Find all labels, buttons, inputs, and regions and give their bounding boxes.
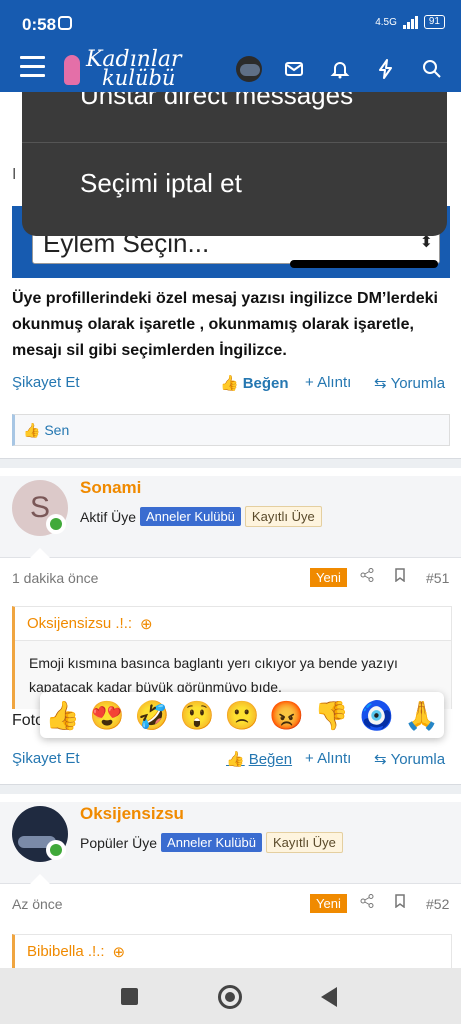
laugh-emoji-icon[interactable]: 🤣 <box>135 699 170 732</box>
share-icon[interactable] <box>360 568 374 585</box>
username[interactable]: Oksijensizsu <box>80 804 184 824</box>
context-menu-overlay: Unstar direct messages Seçimi iptal et <box>22 92 447 236</box>
status-time: 0:58 <box>22 15 57 34</box>
menu-item-unstar[interactable]: Unstar direct messages <box>80 92 353 111</box>
expand-arrow-icon: ⊕ <box>112 943 126 961</box>
quote-header[interactable]: Oksijensizsu .!.: ⊕ <box>15 607 451 641</box>
user-rank: Popüler Üye <box>80 834 158 851</box>
dislike-emoji-icon[interactable]: 👎 <box>314 699 349 732</box>
reply-label: Yorumla <box>390 750 446 768</box>
user-meta: Aktif Üye Anneler Kulübü Kayıtlı Üye <box>80 506 322 527</box>
status-right: 4.5G 91 <box>375 15 445 29</box>
reaction-summary[interactable]: 👍 Sen <box>12 414 450 446</box>
post-number[interactable]: #52 <box>426 896 449 912</box>
bookmark-icon[interactable] <box>394 894 406 911</box>
online-indicator-icon <box>46 514 66 534</box>
site-logo[interactable]: Kadınlar kulübü <box>62 47 182 91</box>
thread-content: I Eylem Seçin... ⬍ Unstar direct message… <box>0 92 461 968</box>
reaction-picker: 👍 😍 🤣 😲 🙁 😡 👎 🧿 🙏 <box>40 692 444 738</box>
user-rank: Aktif Üye <box>80 508 137 525</box>
battery-icon: 91 <box>423 15 445 29</box>
logo-text-2: kulübü <box>102 66 176 90</box>
screenshot-handle <box>290 260 438 268</box>
report-link[interactable]: Şikayet Et <box>12 374 80 391</box>
new-badge: Yeni <box>310 568 347 587</box>
lightning-icon[interactable] <box>372 55 400 83</box>
post-body: Üye profillerindeki özel mesaj yazısı in… <box>12 290 438 359</box>
menu-divider <box>22 142 447 143</box>
quote-header[interactable]: Bibibella .!.: ⊕ <box>15 935 451 968</box>
post-number[interactable]: #51 <box>426 570 449 586</box>
instagram-icon <box>58 16 72 30</box>
system-nav-bar <box>0 968 461 1024</box>
post-header: S Sonami Aktif Üye Anneler Kulübü Kayıtl… <box>0 476 461 558</box>
online-indicator-icon <box>46 840 66 860</box>
like-button[interactable]: 👍 Beğen <box>220 374 289 393</box>
reply-icon: ⇆ <box>374 375 387 392</box>
quote-block: Bibibella .!.: ⊕ <box>12 934 452 968</box>
thumb-icon: 👍 <box>220 375 239 392</box>
status-bar: 0:58 4.5G 91 <box>0 0 461 46</box>
post-meta: Az önce Yeni #52 <box>12 892 452 916</box>
user-avatar[interactable] <box>236 56 262 82</box>
reaction-user: Sen <box>44 422 70 438</box>
header-arrow <box>30 548 50 558</box>
bookmark-icon[interactable] <box>394 568 406 585</box>
user-meta: Popüler Üye Anneler Kulübü Kayıtlı Üye <box>80 832 343 853</box>
logo-figure-icon <box>64 55 80 85</box>
quote-button[interactable]: + Alıntı <box>305 374 351 391</box>
search-icon[interactable] <box>418 55 446 83</box>
app-bar: Kadınlar kulübü <box>0 46 461 92</box>
user-badge: Kayıtlı Üye <box>265 832 343 853</box>
post-header: Oksijensizsu Popüler Üye Anneler Kulübü … <box>0 802 461 884</box>
user-badge: Anneler Kulübü <box>161 833 262 852</box>
reply-button[interactable]: ⇆ Yorumla <box>374 750 446 769</box>
evil-eye-emoji-icon[interactable]: 🧿 <box>359 699 394 732</box>
post-separator <box>0 784 461 794</box>
top-icons <box>236 54 461 84</box>
mail-icon[interactable] <box>280 55 308 83</box>
like-label: Beğen <box>248 750 293 768</box>
fragment-text: I <box>12 166 17 183</box>
header-arrow <box>30 874 50 884</box>
thumb-icon: 👍 <box>226 751 245 768</box>
quote-author: Oksijensizsu .!.: <box>27 615 133 632</box>
like-emoji-icon[interactable]: 👍 <box>45 699 80 732</box>
reply-label: Yorumla <box>390 374 446 392</box>
angry-emoji-icon[interactable]: 😡 <box>269 699 304 732</box>
like-label: Beğen <box>242 374 289 392</box>
new-badge: Yeni <box>310 894 347 913</box>
post-time[interactable]: Az önce <box>12 896 63 912</box>
post-time[interactable]: 1 dakika önce <box>12 570 98 586</box>
post-meta: 1 dakika önce Yeni #51 <box>12 566 452 590</box>
home-icon[interactable] <box>218 985 242 1009</box>
share-icon[interactable] <box>360 894 374 911</box>
back-icon[interactable] <box>321 987 337 1007</box>
reply-button[interactable]: ⇆ Yorumla <box>374 374 446 393</box>
sad-emoji-icon[interactable]: 🙁 <box>225 699 260 732</box>
post-actions: Şikayet Et 👍 Beğen + Alıntı ⇆ Yorumla <box>12 750 452 774</box>
post-separator <box>0 458 461 468</box>
menu-icon[interactable] <box>20 56 45 78</box>
bell-icon[interactable] <box>326 55 354 83</box>
menu-item-deselect[interactable]: Seçimi iptal et <box>80 168 242 199</box>
user-badge: Anneler Kulübü <box>140 507 241 526</box>
report-link[interactable]: Şikayet Et <box>12 750 80 767</box>
pray-emoji-icon[interactable]: 🙏 <box>404 699 439 732</box>
wow-emoji-icon[interactable]: 😲 <box>180 699 215 732</box>
quote-author: Bibibella .!.: <box>27 943 105 960</box>
recents-icon[interactable] <box>121 988 138 1005</box>
network-label: 4.5G <box>375 16 397 28</box>
post-actions: Şikayet Et 👍 Beğen + Alıntı ⇆ Yorumla <box>12 374 452 398</box>
username[interactable]: Sonami <box>80 478 141 498</box>
thumb-icon: 👍 <box>23 422 41 438</box>
expand-arrow-icon: ⊕ <box>140 615 153 633</box>
like-button[interactable]: 👍 Beğen <box>226 750 293 769</box>
signal-icon <box>402 15 418 29</box>
quote-button[interactable]: + Alıntı <box>305 750 351 767</box>
love-emoji-icon[interactable]: 😍 <box>90 699 125 732</box>
user-badge: Kayıtlı Üye <box>244 506 322 527</box>
reply-icon: ⇆ <box>374 751 387 768</box>
